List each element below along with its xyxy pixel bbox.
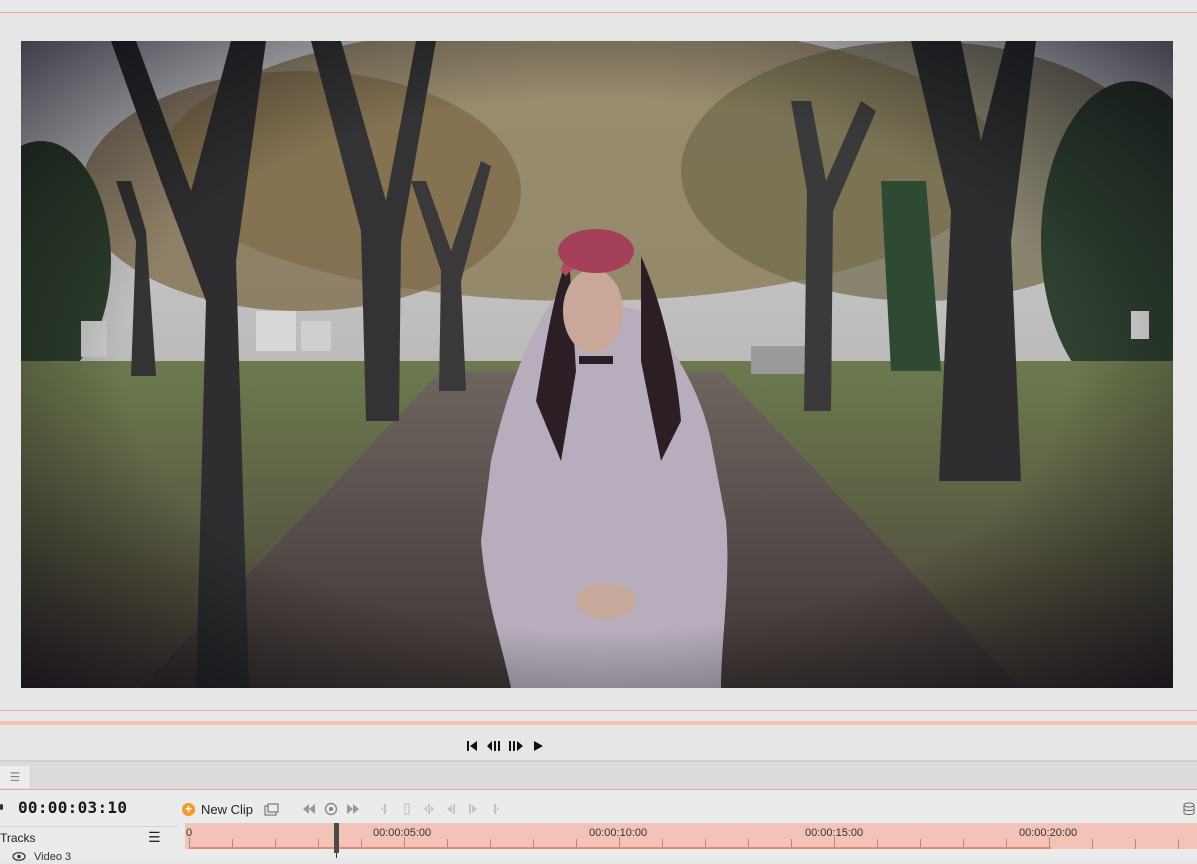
marker-left-icon[interactable] (443, 801, 459, 817)
track-row[interactable]: Video 3 (0, 849, 178, 864)
top-strip (0, 0, 1197, 13)
video-preview[interactable] (21, 41, 1173, 688)
skip-to-start-icon[interactable] (464, 739, 480, 753)
dock-tab-strip: ☰ (0, 762, 1197, 790)
marker-next-icon[interactable] (487, 801, 503, 817)
playhead-handle[interactable] (334, 823, 339, 858)
ruler-label: 00:00:20:00 (1019, 827, 1078, 839)
step-forward-icon[interactable] (508, 739, 524, 753)
dock-menu-icon[interactable]: ☰ (0, 766, 31, 788)
ruler-tick (1092, 839, 1093, 849)
timecode-display: 00:00:03:10 (18, 798, 128, 817)
visibility-eye-icon[interactable] (12, 852, 26, 864)
fullscreen-icon[interactable] (263, 801, 279, 817)
panel-splitter[interactable] (0, 710, 1197, 729)
timeline-panel: 00:00:03:10 + New Clip Tracks ☰ Video 3 … (0, 790, 1197, 864)
marker-right-icon[interactable] (465, 801, 481, 817)
playhead-knob[interactable] (334, 823, 339, 853)
preview-area (0, 13, 1197, 710)
marker-previous-icon[interactable] (377, 801, 393, 817)
video-frame-image (21, 41, 1173, 688)
step-back-icon[interactable] (486, 739, 502, 753)
ruler-label: 00:00:15:00 (805, 827, 864, 839)
new-clip-button[interactable]: + New Clip (182, 802, 253, 817)
ruler-tick (1178, 839, 1179, 849)
jump-previous-icon[interactable] (301, 801, 317, 817)
timeline-toolbar: + New Clip (182, 800, 503, 818)
play-icon[interactable] (530, 739, 546, 753)
jump-next-icon[interactable] (345, 801, 361, 817)
database-icon[interactable] (1183, 802, 1195, 821)
add-icon: + (182, 802, 195, 816)
center-playhead-icon[interactable] (323, 801, 339, 817)
ruler-range-bar (189, 847, 1051, 849)
marker-icon[interactable] (399, 801, 415, 817)
ruler-label: 00:00:05:00 (373, 827, 432, 839)
ruler-tick (1135, 839, 1136, 849)
marker-split-icon[interactable] (421, 801, 437, 817)
playhead-line (336, 853, 337, 858)
new-clip-label: New Clip (201, 801, 254, 817)
transport-bar (0, 728, 1197, 762)
tracks-header: Tracks ☰ (0, 826, 178, 849)
track-name: Video 3 (34, 851, 72, 863)
tracks-label: Tracks (0, 831, 36, 845)
tracks-menu-icon[interactable]: ☰ (148, 829, 161, 846)
panel-edge-marker (0, 804, 3, 810)
ruler-label: 00:00:10:00 (589, 827, 648, 839)
